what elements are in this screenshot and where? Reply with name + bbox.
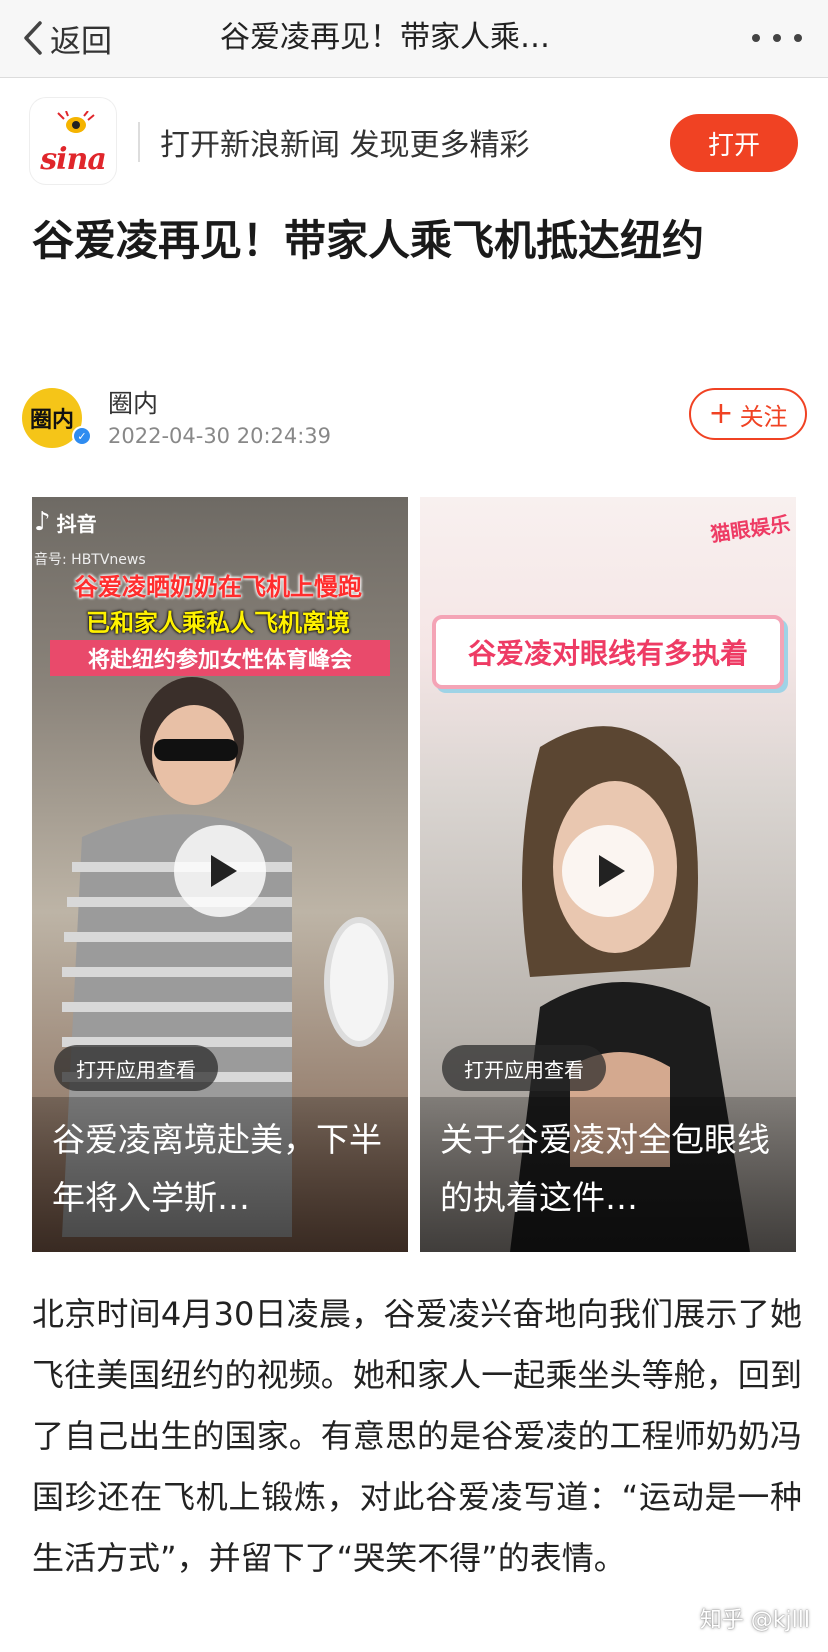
more-dots-icon (752, 34, 760, 42)
play-icon (598, 855, 625, 887)
tiktok-badge: ♪ 抖音 (34, 507, 97, 537)
verified-check-icon: ✓ (72, 426, 92, 446)
play-button[interactable] (174, 825, 266, 917)
play-icon (210, 855, 237, 887)
overlay-caption: 已和家人乘私人飞机离境 (86, 609, 350, 637)
video-caption: 关于谷爱凌对全包眼线的执着这件… (420, 1097, 796, 1252)
publish-timestamp: 2022-04-30 20:24:39 (108, 424, 332, 448)
sina-logo: sina (30, 98, 116, 184)
page-title: 谷爱凌再见！带家人乘… (220, 20, 550, 55)
author-name[interactable]: 圈内 (108, 384, 158, 420)
divider (138, 122, 140, 162)
article-body: 北京时间4月30日凌晨，谷爱凌兴奋地向我们展示了她飞往美国纽约的视频。她和家人一… (32, 1295, 802, 1577)
platform-id: 音号: HBTVnews (34, 552, 146, 568)
platform-name: 抖音 (56, 511, 97, 536)
banner-slogan: 打开新浪新闻 发现更多精彩 (160, 128, 530, 163)
watermark: 知乎 @kjlll (699, 1608, 810, 1633)
open-in-app-button[interactable]: 打开应用查看 (54, 1045, 218, 1091)
video-card[interactable]: ♪ 抖音 音号: HBTVnews 谷爱凌晒奶奶在飞机上慢跑 已和家人乘私人飞机… (32, 497, 408, 1252)
open-app-button[interactable]: 打开 (670, 114, 798, 172)
back-label: 返回 (50, 23, 112, 60)
video-card[interactable]: 猫眼娱乐 谷爱凌对眼线有多执着 打开应用查看 关于谷爱凌对全包眼线的执着这件… (420, 497, 796, 1252)
overlay-banner-text: 谷爱凌对眼线有多执着 (467, 637, 748, 670)
back-button[interactable]: 返回 (22, 14, 112, 62)
plus-icon: + (708, 396, 734, 431)
follow-label: 关注 (739, 402, 788, 431)
airplane-window (324, 917, 394, 1047)
more-options-button[interactable] (752, 30, 802, 46)
sina-logo-text: sina (40, 142, 107, 177)
follow-button[interactable]: + 关注 (689, 388, 807, 440)
video-caption: 谷爱凌离境赴美，下半年将入学斯… (32, 1097, 408, 1252)
overlay-banner: 谷爱凌对眼线有多执着 (432, 615, 784, 689)
tiktok-icon: ♪ (34, 507, 51, 537)
avatar-text: 圈内 (29, 408, 74, 433)
overlay-caption: 谷爱凌晒奶奶在飞机上慢跑 (74, 573, 362, 601)
navigation-bar: 返回 谷爱凌再见！带家人乘… (0, 0, 828, 78)
overlay-caption: 将赴纽约参加女性体育峰会 (50, 640, 390, 676)
article-title: 谷爱凌再见！带家人乘飞机抵达纽约 (32, 216, 705, 265)
chevron-left-icon (24, 21, 42, 55)
play-button[interactable] (562, 825, 654, 917)
app-promo-banner: sina 打开新浪新闻 发现更多精彩 打开 (0, 78, 828, 218)
open-in-app-button[interactable]: 打开应用查看 (442, 1045, 606, 1091)
maoyan-sticker: 猫眼娱乐 (708, 511, 792, 547)
